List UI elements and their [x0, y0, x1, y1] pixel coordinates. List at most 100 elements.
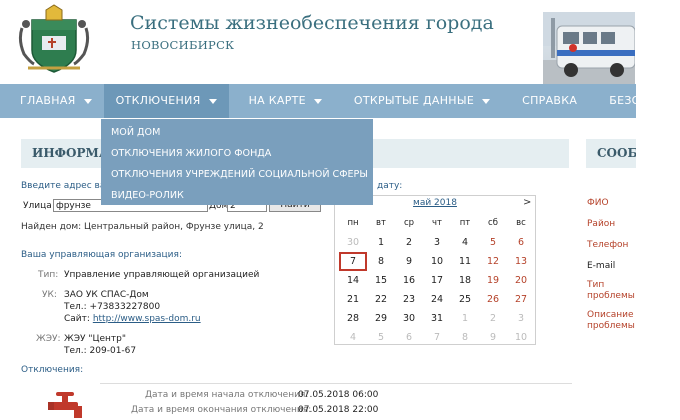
calendar-day[interactable]: 24	[423, 290, 451, 309]
nav-item-home[interactable]: ГЛАВНАЯ	[0, 84, 104, 118]
calendar-day[interactable]: 30	[339, 233, 367, 252]
calendar-day[interactable]: 12	[479, 252, 507, 271]
address-prompt: Введите адрес ва	[21, 181, 106, 191]
end-value: 07.05.2018 22:00	[298, 405, 379, 415]
weekday-header: ср	[403, 218, 415, 228]
site-title: Системы жизнеобеспечения города	[130, 12, 494, 34]
calendar-day[interactable]: 27	[507, 290, 535, 309]
calendar-day[interactable]: 7	[423, 328, 451, 347]
calendar-day[interactable]: 25	[451, 290, 479, 309]
street-label: Улица	[23, 201, 52, 211]
divider	[100, 383, 572, 384]
next-month-icon[interactable]: >	[523, 197, 531, 208]
chevron-down-icon	[83, 98, 92, 104]
uk-name: ЗАО УК СПАС-Дом	[64, 290, 149, 300]
calendar-day[interactable]: 11	[451, 252, 479, 271]
date-prompt: дату:	[377, 181, 403, 191]
calendar-day[interactable]: 13	[507, 252, 535, 271]
calendar-day[interactable]: 29	[367, 309, 395, 328]
start-value: 07.05.2018 06:00	[298, 390, 379, 400]
calendar-day[interactable]: 28	[339, 309, 367, 328]
outages-heading: Отключения:	[21, 365, 84, 375]
weekday-header: вс	[516, 218, 526, 228]
water-tap-icon	[48, 392, 82, 418]
calendar-day[interactable]: 5	[367, 328, 395, 347]
weekday-header: вт	[376, 218, 386, 228]
field-problem-desc: Описание проблемы	[587, 310, 635, 331]
calendar-grid: пн вт ср чт пт сб вс 30 1 2 3 4 5 6 7 8 9 10 11 12 13 14 15 16 1…	[339, 214, 535, 347]
field-fio: ФИО	[587, 198, 609, 208]
nav-item-safety[interactable]: БЕЗОПАСНОС	[589, 84, 636, 118]
nav-item-outages[interactable]: ОТКЛЮЧЕНИЯ	[103, 84, 229, 118]
calendar-day[interactable]: 23	[395, 290, 423, 309]
menu-item-housing-outages[interactable]: ОТКЛЮЧЕНИЯ ЖИЛОГО ФОНДА	[101, 143, 373, 164]
calendar-day[interactable]: 1	[451, 309, 479, 328]
weekday-header: пн	[347, 218, 359, 228]
calendar-day[interactable]: 6	[395, 328, 423, 347]
uk-site-label: Сайт:	[64, 314, 90, 324]
calendar-day[interactable]: 7	[339, 252, 367, 271]
field-email: E-mail	[587, 261, 616, 271]
calendar-day[interactable]: 4	[451, 233, 479, 252]
nav-item-map[interactable]: НА КАРТЕ	[229, 84, 334, 118]
nav-item-label: СПРАВКА	[522, 94, 578, 107]
calendar-day[interactable]: 8	[367, 252, 395, 271]
menu-item-social-outages[interactable]: ОТКЛЮЧЕНИЯ УЧРЕЖДЕНИЙ СОЦИАЛЬНОЙ СФЕРЫ	[101, 164, 373, 185]
zheu-phone: Тел.: 209-01-67	[64, 346, 137, 356]
calendar-day[interactable]: 31	[423, 309, 451, 328]
uk-phone: Тел.: +73833227800	[64, 302, 161, 312]
calendar-day[interactable]: 8	[451, 328, 479, 347]
calendar-day[interactable]: 18	[451, 271, 479, 290]
calendar-day[interactable]: 30	[395, 309, 423, 328]
calendar-day[interactable]: 20	[507, 271, 535, 290]
main-nav: ГЛАВНАЯ ОТКЛЮЧЕНИЯ НА КАРТЕ ОТКРЫТЫЕ ДАН…	[0, 84, 636, 118]
site-subtitle: НОВОСИБИРСК	[131, 38, 235, 52]
date-calendar: < май 2018 > пнвтсрчтптсбвс3012345678910…	[334, 195, 536, 345]
type-value: Управление управляющей организацией	[64, 270, 260, 280]
calendar-day[interactable]: 4	[339, 328, 367, 347]
nav-item-label: БЕЗОПАСНОС	[609, 94, 636, 107]
section-title: ИНФОРМА	[32, 146, 109, 160]
calendar-day[interactable]: 10	[507, 328, 535, 347]
calendar-day[interactable]: 10	[423, 252, 451, 271]
calendar-day[interactable]: 3	[507, 309, 535, 328]
uk-label: УК:	[42, 290, 57, 300]
field-problem-type: Тип проблемы	[587, 280, 635, 301]
uk-site-row: Сайт: http://www.spas-dom.ru	[64, 314, 201, 324]
nav-item-open-data[interactable]: ОТКРЫТЫЕ ДАННЫЕ	[334, 84, 502, 118]
calendar-day[interactable]: 19	[479, 271, 507, 290]
calendar-day[interactable]: 22	[367, 290, 395, 309]
header-photo-ambulance	[543, 12, 635, 84]
zheu-label: ЖЭУ:	[36, 334, 61, 344]
uk-site-link[interactable]: http://www.spas-dom.ru	[93, 314, 201, 324]
nav-item-label: ОТКЛЮЧЕНИЯ	[115, 94, 201, 107]
nav-item-label: НА КАРТЕ	[248, 94, 306, 107]
nav-item-help[interactable]: СПРАВКА	[502, 84, 589, 118]
calendar-day[interactable]: 9	[479, 328, 507, 347]
report-section-header: СООБ	[586, 139, 636, 168]
chevron-down-icon	[482, 98, 491, 104]
calendar-day[interactable]: 14	[339, 271, 367, 290]
menu-item-my-house[interactable]: МОЙ ДОМ	[101, 122, 373, 143]
calendar-day[interactable]: 21	[339, 290, 367, 309]
zheu-name: ЖЭУ "Центр"	[64, 334, 126, 344]
calendar-day[interactable]: 5	[479, 233, 507, 252]
weekday-header: сб	[488, 218, 498, 228]
chevron-down-icon	[208, 98, 217, 104]
calendar-day[interactable]: 9	[395, 252, 423, 271]
start-label: Дата и время начала отключения:	[145, 390, 309, 400]
calendar-day[interactable]: 26	[479, 290, 507, 309]
city-crest-logo[interactable]	[18, 2, 90, 76]
calendar-day[interactable]: 17	[423, 271, 451, 290]
calendar-day[interactable]: 1	[367, 233, 395, 252]
calendar-day[interactable]: 6	[507, 233, 535, 252]
ambulance-image	[543, 12, 635, 84]
calendar-day[interactable]: 2	[395, 233, 423, 252]
mgmt-heading: Ваша управляющая организация:	[21, 250, 182, 260]
menu-item-video[interactable]: ВИДЕО-РОЛИК	[101, 185, 373, 206]
calendar-day[interactable]: 3	[423, 233, 451, 252]
type-label: Тип:	[38, 270, 59, 280]
calendar-day[interactable]: 2	[479, 309, 507, 328]
calendar-day[interactable]: 16	[395, 271, 423, 290]
calendar-day[interactable]: 15	[367, 271, 395, 290]
